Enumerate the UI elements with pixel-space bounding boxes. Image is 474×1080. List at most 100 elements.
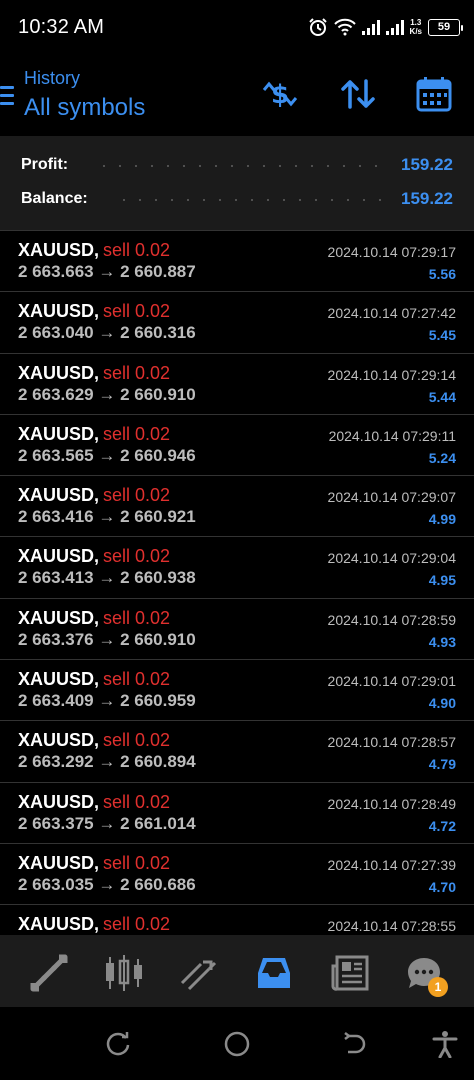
deal-time: 2024.10.14 07:27:39 bbox=[327, 856, 456, 873]
sort-icon[interactable] bbox=[338, 74, 378, 114]
deal-row[interactable]: XAUUSD, sell 0.02 2 663.663 → 2 660.887 2… bbox=[0, 231, 474, 293]
header-subtitle[interactable]: History bbox=[24, 68, 80, 89]
deal-row[interactable]: XAUUSD, sell 0.02 2 663.565 → 2 660.946 2… bbox=[0, 415, 474, 477]
deal-symbol: XAUUSD, sell 0.02 bbox=[18, 791, 171, 812]
deal-time: 2024.10.14 07:29:11 bbox=[328, 427, 456, 444]
deal-prices: 2 663.040 → 2 660.316 bbox=[18, 323, 196, 343]
deal-row[interactable]: XAUUSD, sell 0.02 2 663.409 → 2 660.959 2… bbox=[0, 660, 474, 722]
deal-time: 2024.10.14 07:29:04 bbox=[327, 550, 456, 567]
dotted-leader bbox=[96, 165, 382, 167]
news-icon[interactable] bbox=[330, 953, 370, 993]
quotes-icon[interactable] bbox=[29, 953, 69, 993]
deal-prices: 2 663.416 → 2 660.921 bbox=[18, 507, 196, 527]
deal-type: sell 0.02 bbox=[103, 914, 171, 935]
system-nav bbox=[0, 1007, 474, 1080]
battery-icon: 59 bbox=[428, 18, 463, 36]
deal-type: sell 0.02 bbox=[103, 669, 171, 690]
menu-icon[interactable] bbox=[0, 86, 14, 106]
deal-time: 2024.10.14 07:28:57 bbox=[327, 734, 456, 751]
trade-icon[interactable] bbox=[179, 953, 219, 993]
deal-type: sell 0.02 bbox=[103, 730, 171, 751]
deal-row[interactable]: XAUUSD, sell 0.02 2 663.413 → 2 660.938 2… bbox=[0, 537, 474, 599]
deal-profit: 5.56 bbox=[428, 266, 456, 282]
deal-time: 2024.10.14 07:28:49 bbox=[327, 795, 456, 812]
deal-prices: 2 663.663 → 2 660.887 bbox=[18, 262, 196, 281]
deal-profit: 4.72 bbox=[428, 817, 456, 834]
deal-symbol: XAUUSD, sell 0.02 bbox=[18, 914, 171, 935]
recent-apps-icon[interactable] bbox=[105, 1031, 131, 1057]
profit-value: 159.22 bbox=[401, 155, 453, 174]
deal-time: 2024.10.14 07:29:01 bbox=[327, 673, 456, 690]
currency-sort-icon[interactable]: $ bbox=[260, 74, 300, 114]
deal-row[interactable]: XAUUSD, sell 0.02 2024.10.14 07:28:55 bbox=[0, 905, 474, 935]
summary-panel: Profit: 159.22 Balance: 159.22 bbox=[0, 136, 474, 230]
balance-row: Balance: 159.22 bbox=[0, 184, 474, 214]
balance-label: Balance: bbox=[21, 190, 88, 207]
deal-type: sell 0.02 bbox=[103, 301, 171, 322]
deal-row[interactable]: XAUUSD, sell 0.02 2 663.629 → 2 660.910 2… bbox=[0, 354, 474, 415]
deal-profit: 4.93 bbox=[428, 633, 456, 650]
deal-type: sell 0.02 bbox=[103, 546, 171, 567]
header: History All symbols $ bbox=[0, 56, 474, 134]
status-time: 10:32 AM bbox=[18, 16, 105, 38]
battery-level: 59 bbox=[437, 21, 451, 33]
deal-symbol: XAUUSD, sell 0.02 bbox=[18, 240, 171, 260]
signal-icon bbox=[361, 19, 380, 35]
alarm-icon bbox=[308, 17, 328, 37]
deal-type: sell 0.02 bbox=[103, 240, 171, 260]
status-icons: 1.3 K/s 59 bbox=[308, 14, 463, 40]
balance-value: 159.22 bbox=[401, 189, 453, 208]
chart-icon[interactable] bbox=[104, 953, 144, 993]
deal-symbol: XAUUSD, sell 0.02 bbox=[18, 485, 171, 506]
home-icon[interactable] bbox=[224, 1031, 250, 1057]
deal-profit: 5.24 bbox=[428, 449, 456, 466]
deal-prices: 2 663.413 → 2 660.938 bbox=[18, 568, 196, 588]
deal-row[interactable]: XAUUSD, sell 0.02 2 663.416 → 2 660.921 2… bbox=[0, 476, 474, 538]
svg-text:$: $ bbox=[271, 80, 289, 110]
deal-profit: 5.45 bbox=[428, 327, 456, 344]
net-speed-value: 1.3 bbox=[410, 18, 422, 27]
deal-symbol: XAUUSD, sell 0.02 bbox=[18, 730, 171, 751]
accessibility-icon[interactable] bbox=[432, 1031, 458, 1058]
deal-profit: 4.70 bbox=[428, 878, 456, 895]
profit-label: Profit: bbox=[21, 156, 69, 173]
deal-list[interactable]: XAUUSD, sell 0.02 2 663.663 → 2 660.887 2… bbox=[0, 230, 474, 935]
deal-type: sell 0.02 bbox=[103, 485, 171, 506]
net-speed: 1.3 K/s bbox=[410, 18, 422, 36]
deal-prices: 2 663.035 → 2 660.686 bbox=[18, 874, 196, 894]
deal-symbol: XAUUSD, sell 0.02 bbox=[18, 607, 171, 628]
deal-profit: 5.44 bbox=[428, 388, 456, 405]
deal-prices: 2 663.292 → 2 660.894 bbox=[18, 752, 196, 772]
deal-row[interactable]: XAUUSD, sell 0.02 2 663.375 → 2 661.014 2… bbox=[0, 783, 474, 844]
deal-time: 2024.10.14 07:29:17 bbox=[327, 244, 456, 260]
dotted-leader bbox=[116, 199, 382, 201]
deal-type: sell 0.02 bbox=[103, 423, 171, 444]
wifi-icon bbox=[333, 18, 356, 36]
deal-symbol: XAUUSD, sell 0.02 bbox=[18, 669, 171, 690]
deal-row[interactable]: XAUUSD, sell 0.02 2 663.376 → 2 660.910 2… bbox=[0, 599, 474, 661]
deal-profit: 4.79 bbox=[428, 756, 456, 773]
status-bar: 10:32 AM 1.3 K/s 59 bbox=[0, 0, 474, 56]
calendar-icon[interactable] bbox=[414, 74, 454, 114]
deal-row[interactable]: XAUUSD, sell 0.02 2 663.292 → 2 660.894 2… bbox=[0, 721, 474, 783]
chat-badge: 1 bbox=[428, 977, 448, 997]
back-icon[interactable] bbox=[342, 1031, 368, 1057]
deal-profit: 4.95 bbox=[428, 572, 456, 589]
profit-row: Profit: 159.22 bbox=[0, 150, 474, 180]
deal-time: 2024.10.14 07:27:42 bbox=[327, 305, 456, 322]
deal-time: 2024.10.14 07:29:07 bbox=[327, 489, 456, 506]
deal-symbol: XAUUSD, sell 0.02 bbox=[18, 423, 171, 444]
deal-type: sell 0.02 bbox=[103, 362, 171, 383]
deal-prices: 2 663.375 → 2 661.014 bbox=[18, 813, 196, 833]
history-icon[interactable] bbox=[254, 953, 294, 993]
deal-profit: 4.99 bbox=[428, 511, 456, 528]
deal-time: 2024.10.14 07:29:14 bbox=[327, 366, 456, 383]
deal-time: 2024.10.14 07:28:55 bbox=[327, 918, 456, 935]
deal-row[interactable]: XAUUSD, sell 0.02 2 663.040 → 2 660.316 2… bbox=[0, 292, 474, 354]
deal-time: 2024.10.14 07:28:59 bbox=[327, 611, 456, 628]
deal-type: sell 0.02 bbox=[103, 607, 171, 628]
deal-symbol: XAUUSD, sell 0.02 bbox=[18, 852, 171, 873]
deal-row[interactable]: XAUUSD, sell 0.02 2 663.035 → 2 660.686 2… bbox=[0, 844, 474, 906]
chat-icon[interactable]: 1 bbox=[404, 953, 448, 997]
header-title[interactable]: All symbols bbox=[24, 94, 145, 122]
